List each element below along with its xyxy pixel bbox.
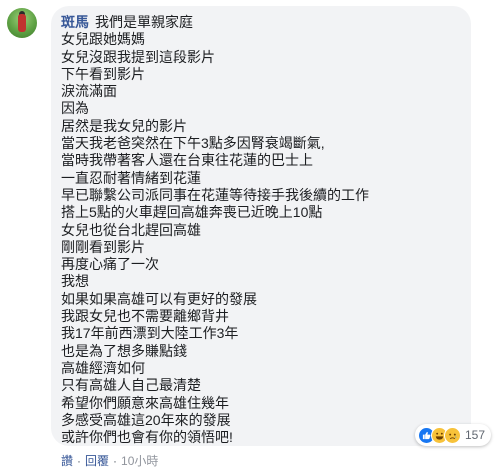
avatar-figure-body	[18, 14, 26, 32]
sad-icon	[443, 426, 461, 444]
separator: ·	[77, 453, 82, 468]
comment-line: 只有高雄人自己最清楚	[61, 377, 201, 394]
comment-line: 多感受高雄這20年來的發展	[61, 411, 231, 428]
comment-line: 希望你們願意來高雄住幾年	[61, 394, 229, 411]
comment-line: 女兒也從台北趕回高雄	[61, 221, 201, 238]
reactions-summary[interactable]: 157	[414, 424, 491, 446]
comment-line: 也是為了想多賺點錢	[61, 342, 187, 359]
comment-body: 斑馬 我們是單親家庭 女兒跟她媽媽 女兒沒跟我提到這段影片 下午看到影片 淚流滿面…	[61, 14, 461, 446]
comment-line: 如果如果高雄可以有更好的發展	[61, 290, 257, 307]
comment-line: 女兒跟她媽媽	[61, 31, 145, 48]
comment-line: 當天我老爸突然在下午3點多因腎衰竭斷氣,	[61, 135, 325, 152]
timestamp[interactable]: 10小時	[121, 452, 158, 469]
reply-button[interactable]: 回覆	[85, 452, 109, 469]
comment-first-line: 斑馬 我們是單親家庭	[61, 14, 461, 31]
comment-line: 下午看到影片	[61, 65, 145, 82]
comment-line: 因為	[61, 100, 89, 117]
comment-line: 再度心痛了一次	[61, 256, 159, 273]
comment-line: 我17年前西漂到大陸工作3年	[61, 325, 239, 342]
comment-line: 當時我帶著客人還在台東往花蓮的巴士上	[61, 152, 313, 169]
author-name[interactable]: 斑馬	[61, 14, 89, 30]
comment-line: 剛剛看到影片	[61, 238, 145, 255]
comment-line: 居然是我女兒的影片	[61, 117, 187, 134]
comment-line: 搭上5點的火車趕回高雄奔喪已近晚上10點	[61, 204, 323, 221]
comment-line: 一直忍耐著情緒到花蓮	[61, 169, 201, 186]
comment-actions: 讚 · 回覆 · 10小時	[61, 452, 158, 469]
comment-line: 我想	[61, 273, 89, 290]
comment-line: 我們是單親家庭	[95, 14, 193, 30]
comment-line: 我跟女兒也不需要離鄉背井	[61, 308, 229, 325]
reaction-count: 157	[464, 428, 485, 442]
avatar[interactable]	[7, 8, 37, 38]
comment-line: 淚流滿面	[61, 83, 117, 100]
comment-line: 女兒沒跟我提到這段影片	[61, 48, 215, 65]
comment-line: 或許你們也會有你的領悟吧!	[61, 429, 233, 446]
like-button[interactable]: 讚	[61, 452, 73, 469]
comment-line: 高雄經濟如何	[61, 359, 145, 376]
separator: ·	[113, 453, 118, 468]
comment-line: 早已聯繫公司派同事在花蓮等待接手我後續的工作	[61, 186, 369, 203]
